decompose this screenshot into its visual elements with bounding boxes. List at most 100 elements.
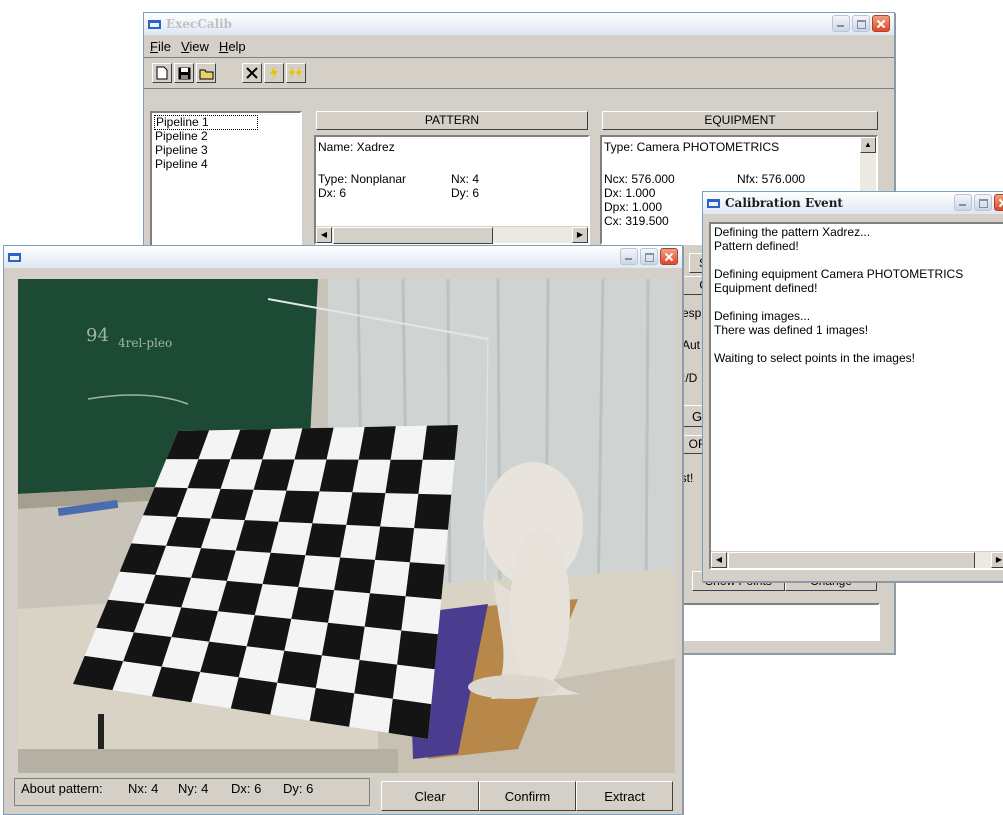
image-titlebar[interactable] xyxy=(4,246,682,268)
pattern-header[interactable]: PATTERN xyxy=(316,111,588,130)
board-square xyxy=(291,587,335,623)
log-line: Waiting to select points in the images! xyxy=(714,351,915,365)
svg-text:4rel-pleo: 4rel-pleo xyxy=(118,336,172,350)
partial-esp: esp xyxy=(682,306,702,320)
board-square xyxy=(414,493,452,530)
board-square xyxy=(334,557,375,594)
board-square xyxy=(230,677,278,715)
open-folder-icon[interactable] xyxy=(196,63,216,83)
delete-icon[interactable] xyxy=(242,63,262,83)
pipeline-item[interactable]: Pipeline 1 xyxy=(154,115,258,130)
extract-button[interactable]: Extract xyxy=(576,781,673,811)
equipment-cx: Cx: 319.500 xyxy=(604,214,669,228)
log-line: Defining images... xyxy=(714,309,811,323)
minimize-icon[interactable] xyxy=(620,248,638,265)
pipeline-item[interactable]: Pipeline 3 xyxy=(155,144,208,157)
pattern-nx: Nx: 4 xyxy=(451,172,480,186)
scroll-thumb[interactable] xyxy=(333,227,493,244)
lightning-icon[interactable] xyxy=(264,63,284,83)
confirm-button[interactable]: Confirm xyxy=(479,781,576,811)
calibration-photo[interactable]: 94 4rel-pleo xyxy=(18,279,675,773)
board-square xyxy=(309,688,355,727)
clear-button[interactable]: Clear xyxy=(381,781,479,811)
toolbar xyxy=(144,58,894,89)
equipment-vscroll[interactable]: ▲ xyxy=(860,137,876,197)
app-icon xyxy=(707,198,720,208)
maximize-icon[interactable] xyxy=(640,248,658,265)
pipeline-list[interactable]: Pipeline 1 Pipeline 2 Pipeline 3 Pipelin… xyxy=(150,111,302,251)
close-icon[interactable] xyxy=(660,248,678,265)
status-ny: Ny: 4 xyxy=(178,781,209,796)
board-square xyxy=(397,630,438,670)
log-line: There was defined 1 images! xyxy=(714,323,869,337)
pattern-type: Type: Nonplanar xyxy=(318,172,407,186)
menu-bar: File View Help xyxy=(144,35,894,58)
scroll-left-icon[interactable]: ◀ xyxy=(711,552,727,568)
equipment-nfx: Nfx: 576.000 xyxy=(737,172,806,186)
menu-help[interactable]: Help xyxy=(219,39,246,54)
board-square xyxy=(388,698,432,739)
log-line: Defining equipment Camera PHOTOMETRICS xyxy=(714,267,964,281)
scroll-right-icon[interactable]: ▶ xyxy=(572,227,588,243)
status-bar: About pattern: Nx: 4 Ny: 4 Dx: 6 Dy: 6 xyxy=(14,778,370,806)
double-lightning-icon[interactable] xyxy=(286,63,306,83)
window-title: Calibration Event xyxy=(725,196,843,210)
scroll-left-icon[interactable]: ◀ xyxy=(316,227,332,243)
app-icon xyxy=(8,252,21,262)
equipment-type: Type: Camera PHOTOMETRICS xyxy=(604,140,780,154)
event-hscroll[interactable]: ◀ ▶ xyxy=(711,551,1003,568)
svg-text:94: 94 xyxy=(86,325,109,346)
window-title: ExecCalib xyxy=(166,17,233,31)
equipment-ncx: Ncx: 576.000 xyxy=(604,172,675,186)
board-square xyxy=(385,459,423,494)
pattern-dy: Dy: 6 xyxy=(451,186,480,200)
status-dx: Dx: 6 xyxy=(231,781,262,796)
maximize-icon[interactable] xyxy=(974,194,992,211)
equipment-dpx: Dpx: 1.000 xyxy=(604,200,663,214)
about-pattern-label: About pattern: xyxy=(21,781,103,796)
menu-file[interactable]: File xyxy=(150,39,171,54)
board-square xyxy=(422,425,458,460)
pipeline-item[interactable]: Pipeline 2 xyxy=(155,130,208,143)
new-file-icon[interactable] xyxy=(152,63,172,83)
board-square xyxy=(277,650,322,688)
pipeline-item[interactable]: Pipeline 4 xyxy=(155,158,208,171)
pattern-name: Name: Xadrez xyxy=(318,140,395,154)
event-log[interactable]: Defining the pattern Xadrez... Pattern de… xyxy=(709,222,1003,570)
board-square xyxy=(358,426,396,460)
app-icon xyxy=(148,19,161,29)
scroll-right-icon[interactable]: ▶ xyxy=(991,552,1003,568)
board-square xyxy=(346,492,386,527)
board-square xyxy=(375,526,415,563)
pattern-panel: Name: Xadrez Type: Nonplanar Nx: 4 Dx: 6… xyxy=(314,135,590,245)
close-icon[interactable] xyxy=(872,15,890,32)
image-window: 94 4rel-pleo About pattern: Nx: 4 Ny: 4 … xyxy=(3,245,683,815)
calibration-event-window: Calibration Event Defining the pattern X… xyxy=(702,191,1003,582)
board-square xyxy=(405,562,445,600)
event-titlebar[interactable]: Calibration Event xyxy=(703,192,1003,214)
log-line: Equipment defined! xyxy=(714,281,818,295)
close-icon[interactable] xyxy=(994,194,1003,211)
save-icon[interactable] xyxy=(174,63,194,83)
pattern-hscroll[interactable]: ◀ ▶ xyxy=(316,226,588,244)
minimize-icon[interactable] xyxy=(954,194,972,211)
board-square xyxy=(321,622,365,660)
minimize-icon[interactable] xyxy=(832,15,850,32)
maximize-icon[interactable] xyxy=(852,15,870,32)
scroll-thumb[interactable] xyxy=(728,552,975,568)
status-nx: Nx: 4 xyxy=(128,781,159,796)
menu-view[interactable]: View xyxy=(181,39,209,54)
board-square xyxy=(364,593,406,631)
execcalib-titlebar[interactable]: ExecCalib xyxy=(144,13,894,35)
log-line: Pattern defined! xyxy=(714,239,799,253)
bottom-field[interactable] xyxy=(674,603,880,641)
log-line: Defining the pattern Xadrez... xyxy=(714,225,871,239)
equipment-header[interactable]: EQUIPMENT xyxy=(602,111,878,130)
pattern-dx: Dx: 6 xyxy=(318,186,347,200)
board-square xyxy=(246,615,292,651)
scroll-up-icon[interactable]: ▲ xyxy=(860,137,876,153)
board-square xyxy=(354,660,398,699)
